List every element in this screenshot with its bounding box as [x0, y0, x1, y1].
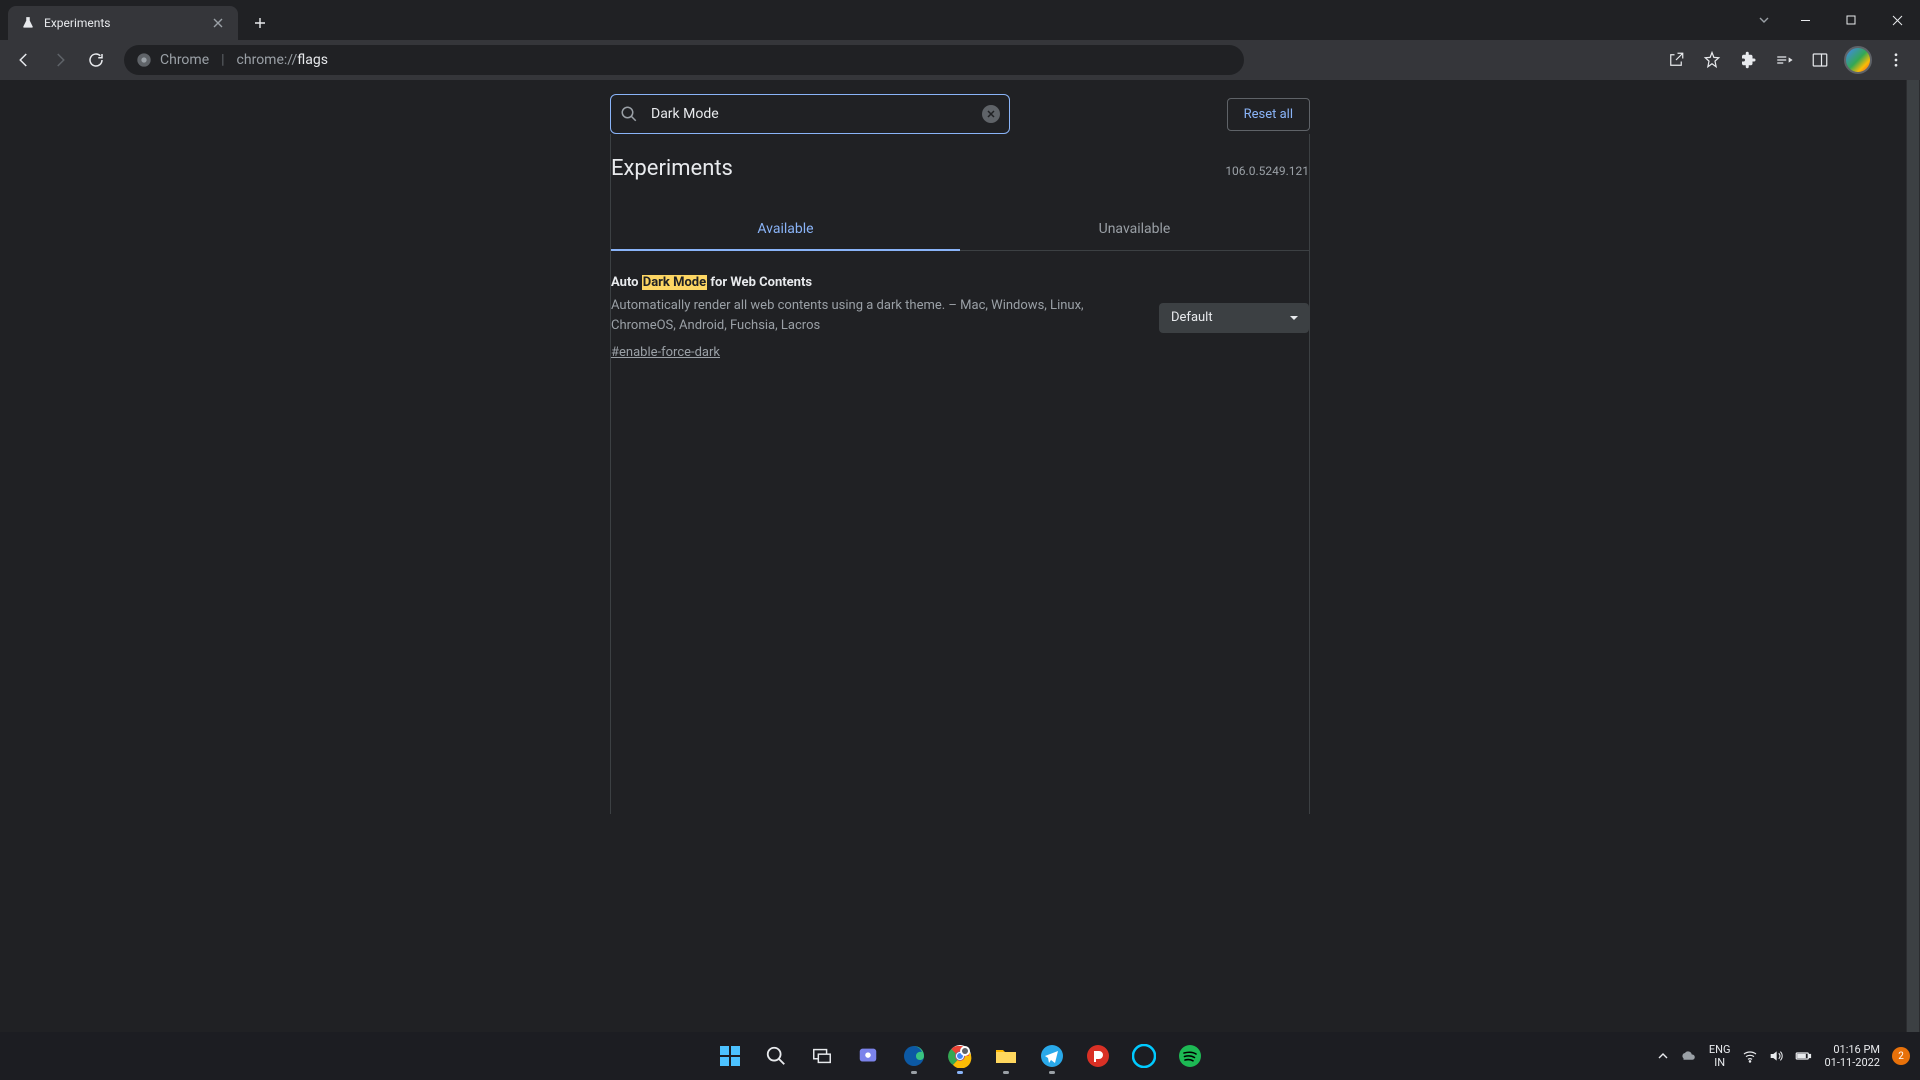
url-separator: | — [221, 52, 224, 68]
url-scheme: chrome:// — [237, 52, 298, 68]
browser-tab[interactable]: Experiments — [8, 6, 238, 40]
browser-titlebar: Experiments — [0, 0, 1920, 40]
flag-title-post: for Web Contents — [707, 275, 812, 290]
menu-icon[interactable] — [1880, 44, 1912, 76]
windows-taskbar: ENG IN 01:16 PM 01-11-2022 2 — [0, 1032, 1920, 1080]
flag-title-pre: Auto — [611, 275, 642, 290]
forward-button[interactable] — [44, 44, 76, 76]
chrome-taskbar-icon[interactable] — [940, 1036, 980, 1076]
flag-description: Automatically render all web contents us… — [611, 296, 1139, 335]
clock-date: 01-11-2022 — [1824, 1056, 1880, 1069]
system-tray: ENG IN 01:16 PM 01-11-2022 2 — [1657, 1043, 1910, 1069]
clock[interactable]: 01:16 PM 01-11-2022 — [1824, 1043, 1880, 1069]
url-path: flags — [297, 52, 328, 68]
tab-unavailable[interactable]: Unavailable — [960, 209, 1309, 250]
volume-icon[interactable] — [1768, 1048, 1784, 1064]
url-product: Chrome — [160, 52, 209, 68]
back-button[interactable] — [8, 44, 40, 76]
flag-title-highlight: Dark Mode — [642, 275, 707, 290]
tabs-dropdown-icon[interactable] — [1746, 0, 1782, 40]
version-text: 106.0.5249.121 — [1225, 164, 1309, 178]
alexa-icon[interactable] — [1124, 1036, 1164, 1076]
start-icon[interactable] — [710, 1036, 750, 1076]
toolbar-actions — [1660, 44, 1912, 76]
search-wrap — [610, 94, 1010, 134]
language-indicator[interactable]: ENG IN — [1709, 1043, 1731, 1069]
page-title: Experiments — [611, 156, 733, 181]
new-tab-button[interactable] — [246, 9, 274, 37]
flag-select-wrap: Default — [1159, 303, 1309, 333]
clear-search-icon[interactable] — [982, 105, 1000, 123]
close-tab-icon[interactable] — [210, 15, 226, 31]
bookmark-icon[interactable] — [1696, 44, 1728, 76]
search-input[interactable] — [610, 94, 1010, 134]
tab-available[interactable]: Available — [611, 209, 960, 251]
flag-dropdown-value: Default — [1171, 310, 1213, 325]
lang-bottom: IN — [1709, 1056, 1731, 1069]
media-control-icon[interactable] — [1768, 44, 1800, 76]
reset-all-button[interactable]: Reset all — [1227, 98, 1310, 131]
chrome-icon — [136, 52, 152, 68]
flag-title: Auto Dark Mode for Web Contents — [611, 275, 1139, 290]
file-explorer-icon[interactable] — [986, 1036, 1026, 1076]
side-panel-icon[interactable] — [1804, 44, 1836, 76]
spotify-icon[interactable] — [1170, 1036, 1210, 1076]
chevron-down-icon — [1289, 313, 1299, 323]
flags-tabs: Available Unavailable — [611, 209, 1309, 251]
battery-icon[interactable] — [1794, 1047, 1812, 1065]
search-taskbar-icon[interactable] — [756, 1036, 796, 1076]
address-bar[interactable]: Chrome | chrome://flags — [124, 45, 1244, 75]
browser-toolbar: Chrome | chrome://flags — [0, 40, 1920, 80]
flask-icon — [20, 15, 36, 31]
reload-button[interactable] — [80, 44, 112, 76]
clock-time: 01:16 PM — [1824, 1043, 1880, 1056]
content-area: Experiments 106.0.5249.121 Available Una… — [610, 134, 1310, 814]
flag-dropdown[interactable]: Default — [1159, 303, 1309, 333]
close-window-button[interactable] — [1874, 0, 1920, 40]
lang-top: ENG — [1709, 1043, 1731, 1056]
telegram-icon[interactable] — [1032, 1036, 1072, 1076]
edge-icon[interactable] — [894, 1036, 934, 1076]
share-icon[interactable] — [1660, 44, 1692, 76]
notification-badge[interactable]: 2 — [1892, 1047, 1910, 1065]
wifi-icon[interactable] — [1742, 1048, 1758, 1064]
flag-item: Auto Dark Mode for Web Contents Automati… — [611, 251, 1309, 360]
extensions-icon[interactable] — [1732, 44, 1764, 76]
flag-anchor-link[interactable]: #enable-force-dark — [611, 345, 720, 360]
page-content: Reset all Experiments 106.0.5249.121 Ava… — [0, 80, 1920, 1032]
tab-title: Experiments — [44, 16, 202, 30]
scrollbar[interactable] — [1906, 80, 1920, 1032]
chat-icon[interactable] — [848, 1036, 888, 1076]
search-icon — [620, 105, 638, 123]
window-controls — [1746, 0, 1920, 40]
maximize-button[interactable] — [1828, 0, 1874, 40]
onedrive-icon[interactable] — [1679, 1047, 1697, 1065]
minimize-button[interactable] — [1782, 0, 1828, 40]
task-view-icon[interactable] — [802, 1036, 842, 1076]
taskbar-center — [710, 1036, 1210, 1076]
profile-avatar[interactable] — [1844, 46, 1872, 74]
flags-header: Reset all — [610, 80, 1310, 134]
psiphon-icon[interactable] — [1078, 1036, 1118, 1076]
tray-chevron-icon[interactable] — [1657, 1050, 1669, 1062]
